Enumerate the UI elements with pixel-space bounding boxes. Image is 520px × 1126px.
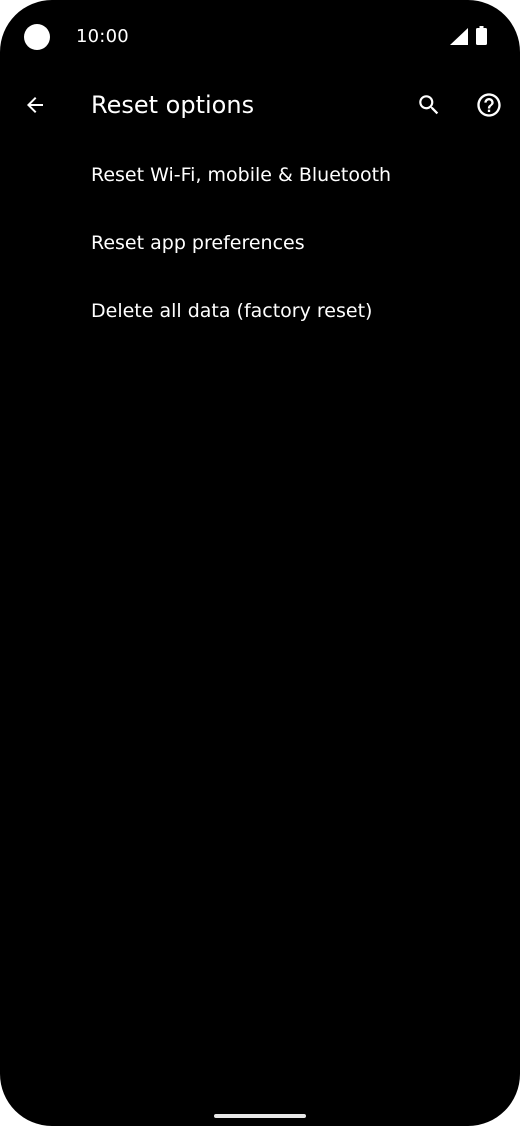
arrow-back-icon bbox=[27, 97, 43, 113]
battery-icon bbox=[476, 26, 487, 45]
search-button[interactable] bbox=[406, 82, 452, 128]
page-title: Reset options bbox=[91, 91, 255, 119]
help-circle-icon bbox=[477, 93, 501, 117]
app-bar: Reset options bbox=[0, 72, 520, 138]
option-delete-all-data[interactable]: Delete all data (factory reset) bbox=[0, 277, 520, 345]
option-reset-app-preferences[interactable]: Reset app preferences bbox=[0, 209, 520, 277]
status-bar: 10:00 bbox=[0, 0, 520, 72]
help-button[interactable] bbox=[466, 82, 512, 128]
phone-screen: 10:00 Reset options Reset Wi-Fi, mobile … bbox=[0, 0, 520, 1126]
reset-options-list: Reset Wi-Fi, mobile & Bluetooth Reset ap… bbox=[0, 141, 520, 345]
option-label: Reset Wi-Fi, mobile & Bluetooth bbox=[91, 164, 392, 186]
option-label: Delete all data (factory reset) bbox=[91, 300, 373, 322]
camera-cutout bbox=[24, 24, 50, 50]
signal-icon bbox=[450, 28, 468, 45]
option-reset-wifi-mobile-bluetooth[interactable]: Reset Wi-Fi, mobile & Bluetooth bbox=[0, 141, 520, 209]
search-icon bbox=[419, 95, 439, 115]
option-label: Reset app preferences bbox=[91, 232, 305, 254]
back-button[interactable] bbox=[12, 82, 58, 128]
status-time: 10:00 bbox=[76, 26, 129, 47]
gesture-nav-handle[interactable] bbox=[214, 1114, 306, 1118]
